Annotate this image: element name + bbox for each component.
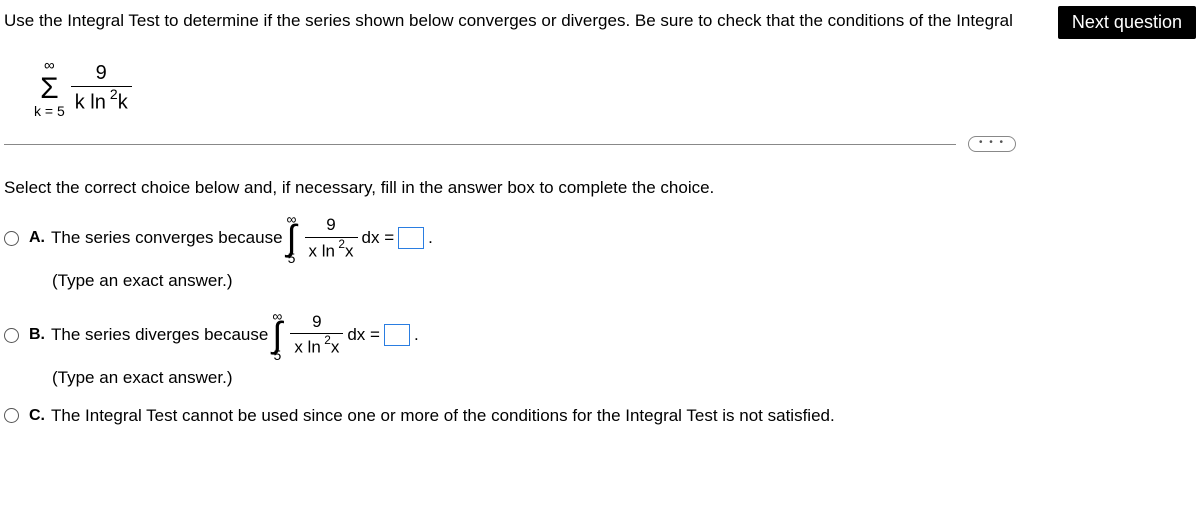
- sigma-lower-limit: k = 5: [34, 104, 65, 118]
- choice-c-content: The Integral Test cannot be used since o…: [51, 406, 835, 426]
- divider-line: [4, 144, 956, 145]
- integral-b-symbol: ∫: [272, 321, 282, 350]
- next-question-button[interactable]: Next question: [1058, 6, 1196, 39]
- answer-input-a[interactable]: [398, 227, 424, 249]
- radio-choice-a[interactable]: [4, 231, 19, 246]
- series-expression: ∞ Σ k = 5 9 k ln 2k: [0, 39, 1200, 136]
- choice-a-hint: (Type an exact answer.): [4, 271, 1196, 291]
- integrand-b-numerator: 9: [308, 313, 325, 334]
- choice-a-content: The series converges because ∞ ∫ 5 9 x l…: [51, 212, 433, 265]
- sigma-upper-limit: ∞: [44, 58, 55, 73]
- answer-input-b[interactable]: [384, 324, 410, 346]
- integral-b-lower: 5: [273, 348, 281, 362]
- integral-a-symbol: ∫: [287, 224, 297, 253]
- choice-label-c: C.: [29, 407, 51, 425]
- choice-label-a: A.: [29, 229, 51, 247]
- integrand-b-denominator: x ln 2x: [290, 333, 343, 357]
- choice-b-hint: (Type an exact answer.): [4, 368, 1196, 388]
- integrand-a-numerator: 9: [322, 216, 339, 237]
- radio-choice-c[interactable]: [4, 408, 19, 423]
- choice-b-content: The series diverges because ∞ ∫ 5 9 x ln…: [51, 309, 419, 362]
- integral-a-lower: 5: [288, 251, 296, 265]
- sigma-symbol: Σ: [40, 75, 59, 102]
- select-prompt: Select the correct choice below and, if …: [0, 152, 1200, 212]
- integrand-a-denominator: x ln 2x: [305, 237, 358, 261]
- more-options-button[interactable]: • • •: [968, 136, 1016, 152]
- choice-label-b: B.: [29, 326, 51, 344]
- series-denominator: k ln 2k: [71, 86, 132, 114]
- series-numerator: 9: [92, 62, 111, 86]
- radio-choice-b[interactable]: [4, 328, 19, 343]
- instruction-text: Use the Integral Test to determine if th…: [4, 6, 1050, 32]
